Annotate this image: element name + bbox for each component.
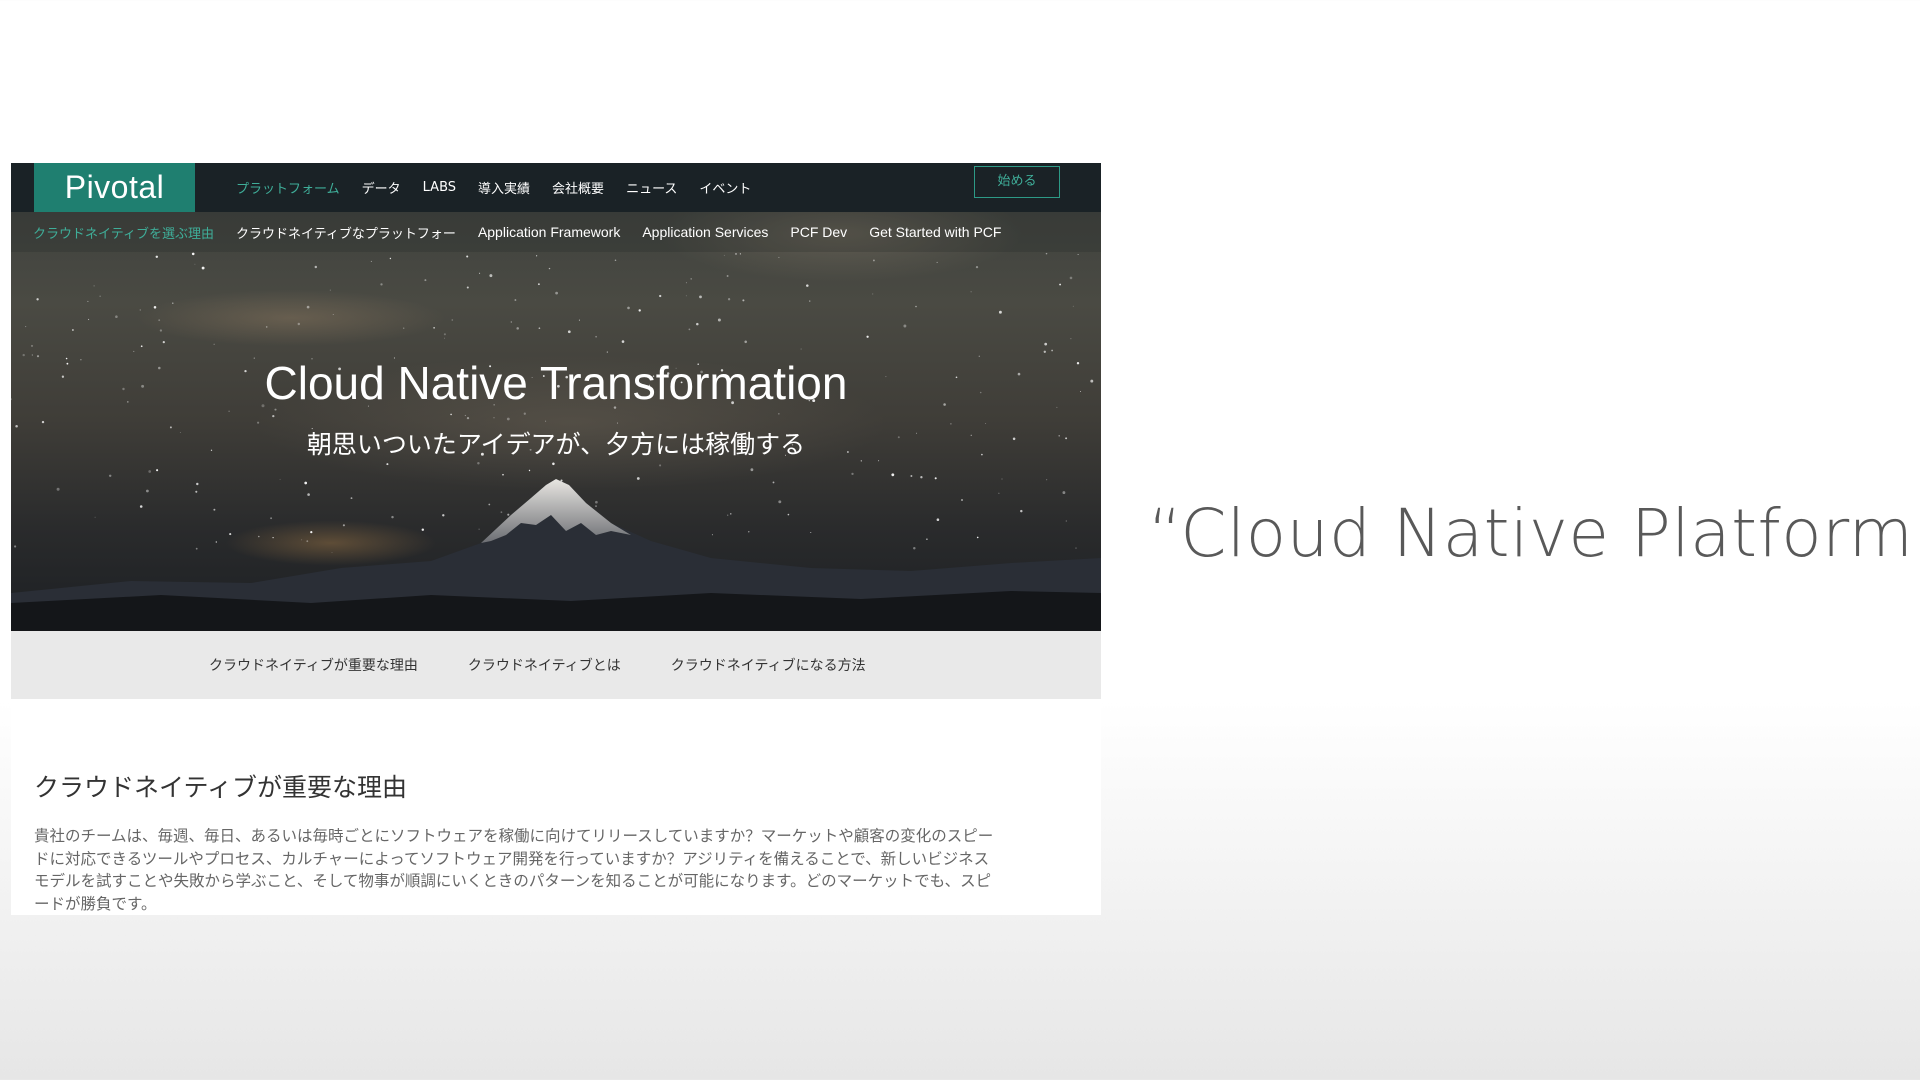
tab-why-important[interactable]: クラウドネイティブが重要な理由 <box>209 655 418 675</box>
tab-what-is[interactable]: クラウドネイティブとは <box>468 655 621 675</box>
top-nav-item-events[interactable]: イベント <box>699 178 751 197</box>
sub-nav-item-why-cloud-native[interactable]: クラウドネイティブを選ぶ理由 <box>33 223 214 242</box>
hero-title: Cloud Native Transformation <box>264 357 848 409</box>
content-heading: クラウドネイティブが重要な理由 <box>34 773 408 802</box>
sub-nav-item-cloud-native-platform[interactable]: クラウドネイティブなプラットフォー <box>236 223 456 242</box>
sub-nav-item-application-framework[interactable]: Application Framework <box>478 224 620 240</box>
pivotal-logo[interactable]: Pivotal <box>34 163 195 212</box>
sub-nav-item-application-services[interactable]: Application Services <box>642 224 768 240</box>
tab-how-to[interactable]: クラウドネイティブになる方法 <box>671 655 866 675</box>
top-nav-menu: プラットフォーム データ LABS 導入実績 会社概要 ニュース イベント <box>236 163 751 212</box>
sub-nav-item-pcf-dev[interactable]: PCF Dev <box>790 224 847 240</box>
slide-quote: “Cloud Native Platform” <box>1148 495 1920 572</box>
hero-subtitle: 朝思いついたアイデアが、夕方には稼働する <box>306 430 806 459</box>
top-nav-item-platform[interactable]: プラットフォーム <box>236 178 340 197</box>
start-button[interactable]: 始める <box>974 166 1060 198</box>
top-navigation-bar: Pivotal プラットフォーム データ LABS 導入実績 会社概要 ニュース… <box>11 163 1101 212</box>
top-nav-item-data[interactable]: データ <box>362 178 401 197</box>
section-tabs-list: クラウドネイティブが重要な理由 クラウドネイティブとは クラウドネイティブになる… <box>209 631 866 699</box>
embedded-webpage-screenshot: Pivotal プラットフォーム データ LABS 導入実績 会社概要 ニュース… <box>11 163 1101 915</box>
top-nav-item-news[interactable]: ニュース <box>626 178 677 197</box>
top-nav-item-case-studies[interactable]: 導入実績 <box>478 178 530 197</box>
sub-nav-item-get-started[interactable]: Get Started with PCF <box>869 224 1001 240</box>
content-body: 貴社のチームは、毎週、毎日、あるいは毎時ごとにソフトウェアを稼働に向けてリリース… <box>34 827 994 913</box>
sub-navigation-bar: クラウドネイティブを選ぶ理由 クラウドネイティブなプラットフォー Applica… <box>11 212 1101 252</box>
top-nav-item-labs[interactable]: LABS <box>423 180 456 195</box>
sub-nav-menu: クラウドネイティブを選ぶ理由 クラウドネイティブなプラットフォー Applica… <box>33 212 1001 252</box>
top-nav-item-company[interactable]: 会社概要 <box>552 178 604 197</box>
section-tabs: クラウドネイティブが重要な理由 クラウドネイティブとは クラウドネイティブになる… <box>11 631 1101 699</box>
